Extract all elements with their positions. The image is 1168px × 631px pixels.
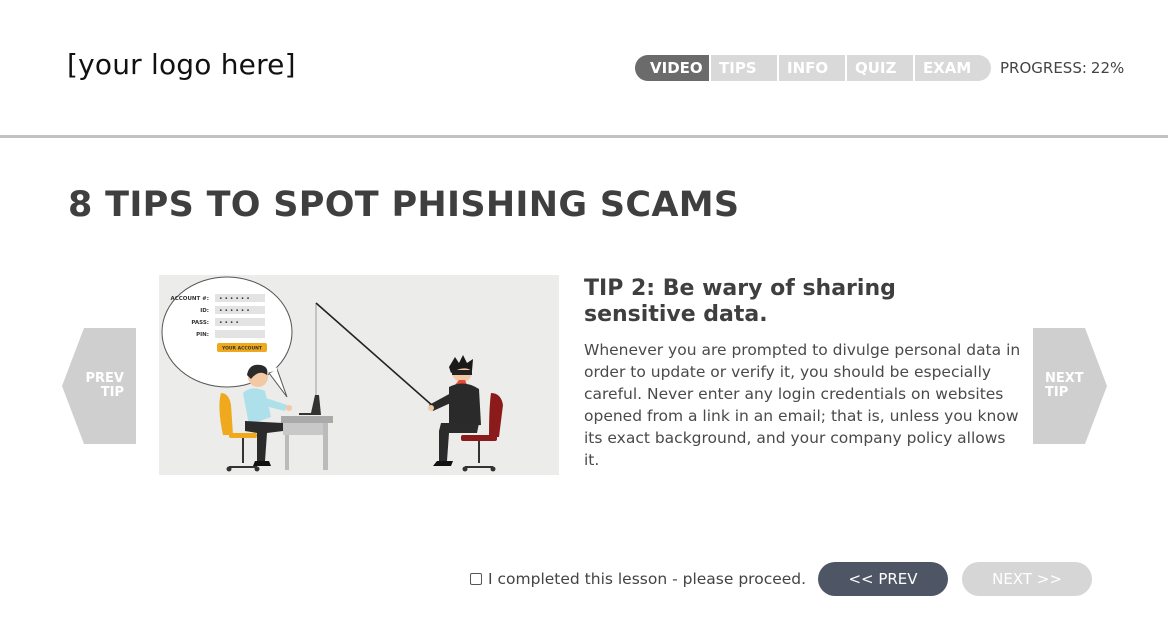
header-divider — [0, 135, 1168, 138]
progress-value: 22% — [1090, 59, 1125, 77]
page-title: 8 TIPS TO SPOT PHISHING SCAMS — [68, 185, 740, 225]
svg-text:PASS:: PASS: — [191, 320, 209, 326]
tab-exam[interactable]: EXAM — [915, 55, 983, 81]
tip-title: TIP 2: Be wary of sharing sensitive data… — [584, 276, 896, 327]
phishing-illustration: ACCOUNT #: ID: PASS: PIN: • • • • • • • … — [159, 275, 559, 475]
logo: [your logo here] — [67, 48, 296, 81]
next-tip-label: NEXT TIP — [1045, 371, 1084, 400]
svg-text:YOUR ACCOUNT: YOUR ACCOUNT — [221, 346, 263, 352]
progress-indicator: PROGRESS: 22% — [1000, 59, 1124, 77]
progress-nav: VIDEO TIPS INFO QUIZ EXAM — [635, 55, 991, 81]
progress-label: PROGRESS: — [1000, 59, 1087, 77]
tab-tips[interactable]: TIPS — [711, 55, 779, 81]
prev-tip-label: PREV TIP — [85, 371, 124, 400]
svg-text:PIN:: PIN: — [196, 332, 209, 338]
svg-text:• • • • • •: • • • • • • — [219, 296, 250, 303]
tab-video[interactable]: VIDEO — [635, 55, 711, 81]
svg-text:• • • • • •: • • • • • • — [219, 308, 250, 315]
tip-body: Whenever you are prompted to divulge per… — [584, 341, 1021, 469]
lesson-complete-checkbox[interactable] — [470, 573, 482, 585]
lesson-complete-label: I completed this lesson - please proceed… — [488, 570, 807, 588]
next-button[interactable]: NEXT >> — [962, 562, 1092, 596]
lesson-complete-row: I completed this lesson - please proceed… — [470, 570, 806, 588]
prev-tip-button[interactable]: PREV TIP — [62, 328, 136, 444]
tab-quiz[interactable]: QUIZ — [847, 55, 915, 81]
svg-text:ACCOUNT #:: ACCOUNT #: — [170, 296, 209, 302]
tab-info[interactable]: INFO — [779, 55, 847, 81]
prev-button[interactable]: << PREV — [818, 562, 948, 596]
next-tip-button[interactable]: NEXT TIP — [1033, 328, 1107, 444]
svg-text:• • • •: • • • • — [219, 320, 239, 327]
svg-text:ID:: ID: — [200, 308, 209, 314]
